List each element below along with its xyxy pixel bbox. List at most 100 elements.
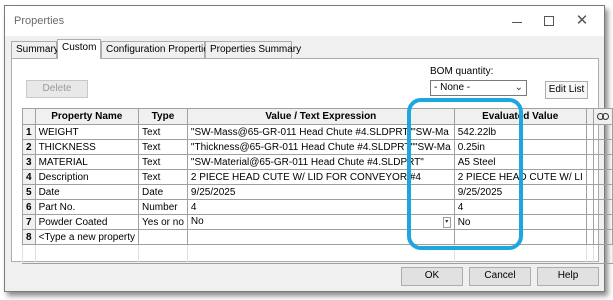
table-header-row: Property Name Type Value / Text Expressi… (22, 108, 613, 125)
link-cell (592, 184, 613, 200)
evaluated-value-cell: No (453, 214, 587, 230)
spacer-cell (585, 124, 594, 140)
table-row[interactable]: 4 Description Text 2 PIECE HEAD CUTE W/ … (22, 169, 613, 185)
value-cell[interactable]: "SW-Material@65-GR-011 Head Chute #4.SLD… (186, 154, 455, 170)
value-cell[interactable]: 2 PIECE HEAD CUTE W/ LID FOR CONVEYOR #4 (186, 169, 455, 185)
chevron-down-icon: ⌄ (514, 82, 523, 93)
property-name-cell[interactable]: THICKNESS (34, 139, 140, 155)
table-row[interactable]: 2 THICKNESS Text "Thickness@65-GR-011 He… (22, 139, 613, 155)
spacer-cell (585, 184, 594, 200)
column-header-link[interactable] (592, 108, 613, 125)
value-cell[interactable] (186, 229, 455, 245)
spacer-cell (585, 154, 594, 170)
table-row[interactable]: 7 Powder Coated Yes or no No ▾ No (22, 214, 613, 230)
link-cell (592, 199, 613, 215)
tab-properties-summary[interactable]: Properties Summary (205, 41, 301, 58)
type-cell[interactable]: Yes or no (138, 214, 188, 230)
property-name-cell[interactable]: Description (34, 169, 140, 185)
row-number: 8 (22, 229, 36, 245)
evaluated-value-cell (453, 229, 587, 245)
minimize-icon[interactable] (507, 12, 527, 30)
type-cell[interactable]: Text (138, 154, 188, 170)
spacer-cell (585, 199, 594, 215)
type-cell[interactable]: Date (138, 184, 188, 200)
column-header-type[interactable]: Type (138, 108, 188, 125)
spacer-cell (585, 229, 594, 245)
row-number: 5 (22, 184, 36, 200)
custom-properties-panel: Delete BOM quantity: - None - ⌄ Edit Lis… (11, 58, 613, 264)
type-cell[interactable]: Number (138, 199, 188, 215)
property-name-cell[interactable]: MATERIAL (34, 154, 140, 170)
properties-dialog: Properties ✕ Summary Custom Configuratio… (4, 5, 613, 292)
spacer-cell (585, 169, 594, 185)
close-icon[interactable]: ✕ (572, 12, 592, 30)
table-row-new[interactable]: 8 <Type a new property (22, 229, 613, 245)
value-cell[interactable]: 9/25/2025 (186, 184, 455, 200)
property-name-cell[interactable]: WEIGHT (34, 124, 140, 140)
link-cell (592, 124, 613, 140)
link-cell (592, 154, 613, 170)
window-title: Properties (14, 15, 65, 27)
empty-cell (22, 244, 36, 264)
property-name-cell[interactable]: <Type a new property (34, 229, 140, 245)
empty-cell (186, 244, 455, 264)
cancel-button[interactable]: Cancel (469, 267, 531, 286)
column-header-property-name[interactable]: Property Name (34, 108, 140, 125)
tab-configuration-properties[interactable]: Configuration Properties (101, 41, 214, 58)
ok-button[interactable]: OK (401, 267, 463, 286)
table-row[interactable]: 3 MATERIAL Text "SW-Material@65-GR-011 H… (22, 154, 613, 170)
evaluated-value-cell: 4 (453, 199, 587, 215)
row-number: 4 (22, 169, 36, 185)
row-number: 6 (22, 199, 36, 215)
maximize-icon[interactable] (539, 12, 559, 30)
evaluated-value-cell: 9/25/2025 (453, 184, 587, 200)
property-name-cell[interactable]: Part No. (34, 199, 140, 215)
value-cell[interactable]: 4 (186, 199, 455, 215)
empty-cell (592, 244, 613, 264)
evaluated-value-cell: 542.22lb (453, 124, 587, 140)
tab-custom[interactable]: Custom (57, 39, 101, 59)
edit-list-button[interactable]: Edit List (545, 81, 588, 99)
title-bar: Properties ✕ (5, 6, 604, 36)
property-name-cell[interactable]: Powder Coated (34, 214, 140, 230)
value-text: No (190, 216, 204, 227)
row-number-header (22, 108, 36, 125)
value-cell[interactable]: "SW-Mass@65-GR-011 Head Chute #4.SLDPRT"… (186, 124, 455, 140)
help-button[interactable]: Help (537, 267, 599, 286)
column-header-value[interactable]: Value / Text Expression (186, 108, 455, 125)
property-name-cell[interactable]: Date (34, 184, 140, 200)
table-row[interactable]: 6 Part No. Number 4 4 (22, 199, 613, 215)
spacer-cell (585, 214, 594, 230)
empty-cell (585, 244, 594, 264)
link-icon (596, 113, 609, 120)
table-empty-row (22, 244, 613, 264)
type-cell[interactable]: Text (138, 169, 188, 185)
link-cell (592, 139, 613, 155)
custom-properties-table: Property Name Type Value / Text Expressi… (22, 108, 613, 264)
evaluated-value-cell: A5 Steel (453, 154, 587, 170)
spacer-cell (585, 139, 594, 155)
type-cell[interactable] (138, 229, 188, 245)
delete-button[interactable]: Delete (26, 80, 88, 98)
row-number: 7 (22, 214, 36, 230)
value-dropdown-icon[interactable]: ▾ (442, 217, 451, 228)
tab-summary[interactable]: Summary (11, 41, 59, 58)
value-cell[interactable]: No ▾ (186, 214, 455, 230)
empty-cell (34, 244, 140, 264)
row-number: 2 (22, 139, 36, 155)
empty-cell (453, 244, 587, 264)
column-header-spacer (585, 108, 594, 125)
evaluated-value-cell: 0.25in (453, 139, 587, 155)
type-cell[interactable]: Text (138, 139, 188, 155)
link-cell (592, 214, 613, 230)
table-row[interactable]: 5 Date Date 9/25/2025 9/25/2025 (22, 184, 613, 200)
table-row[interactable]: 1 WEIGHT Text "SW-Mass@65-GR-011 Head Ch… (22, 124, 613, 140)
link-cell (592, 229, 613, 245)
row-number: 1 (22, 124, 36, 140)
evaluated-value-cell: 2 PIECE HEAD CUTE W/ LI (453, 169, 587, 185)
column-header-evaluated-value[interactable]: Evaluated Value (453, 108, 587, 125)
type-cell[interactable]: Text (138, 124, 188, 140)
bom-quantity-select[interactable]: - None - ⌄ (430, 80, 527, 96)
value-cell[interactable]: "Thickness@65-GR-011 Head Chute #4.SLDPR… (186, 139, 455, 155)
link-cell (592, 169, 613, 185)
